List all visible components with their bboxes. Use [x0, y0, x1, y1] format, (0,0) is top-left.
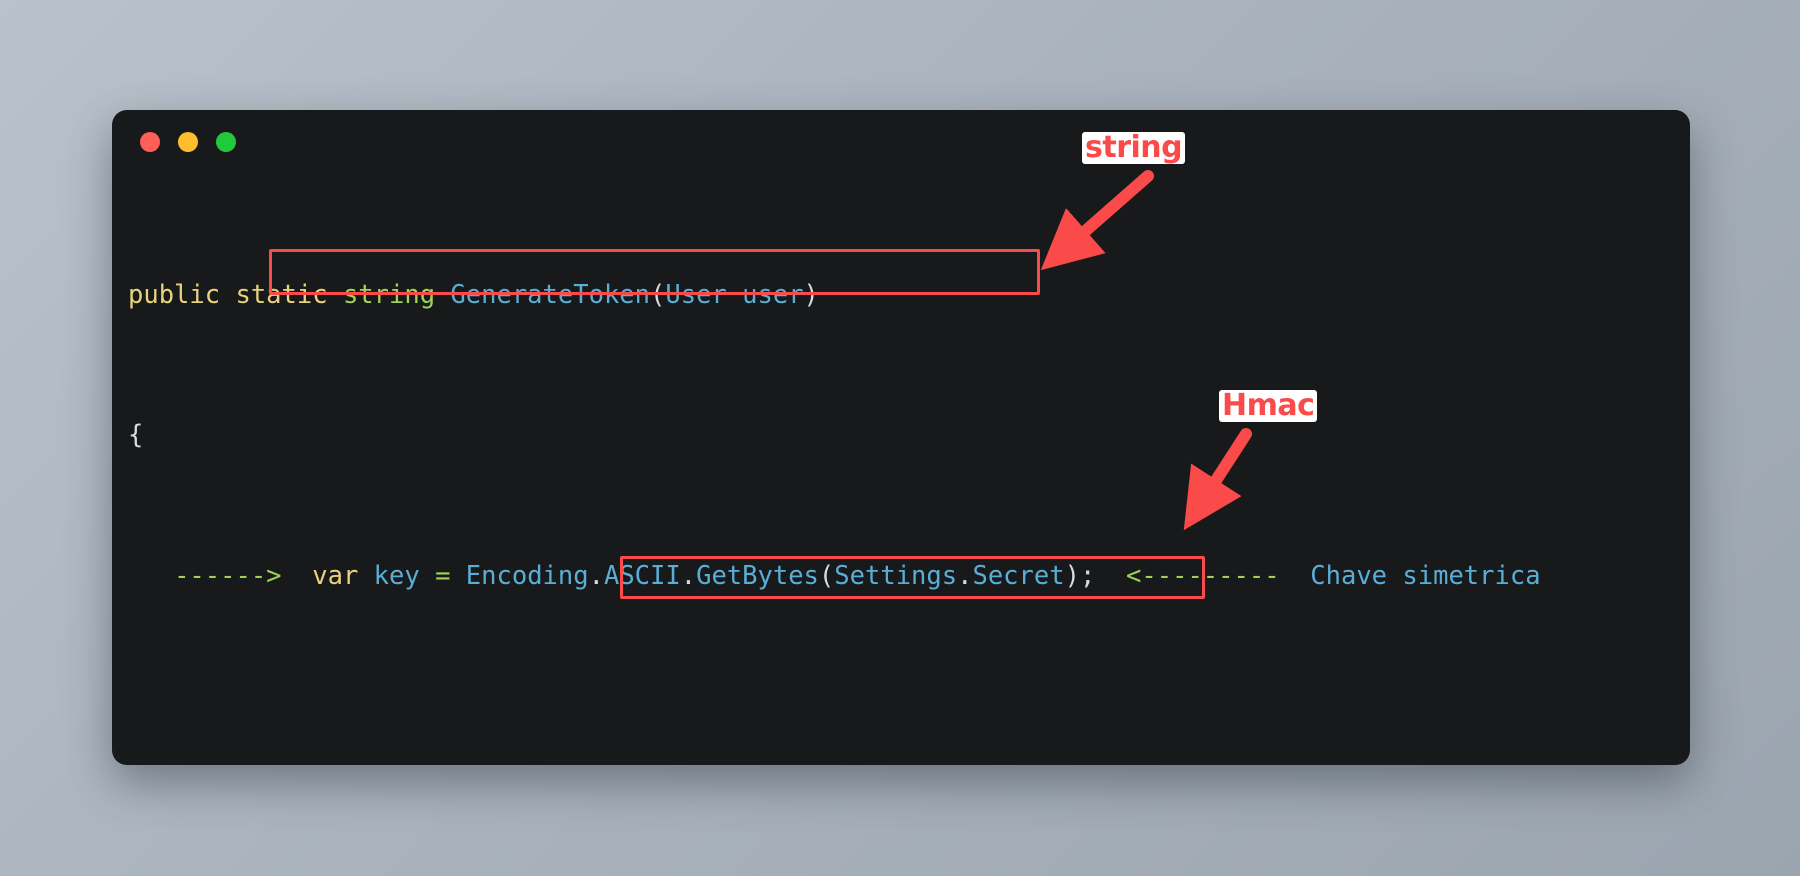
maximize-window-button[interactable] — [216, 132, 236, 152]
method-getbytes: GetBytes — [696, 561, 819, 592]
method-generate-token: GenerateToken — [450, 279, 651, 310]
class-encoding: Encoding — [450, 561, 589, 592]
type-string: string — [342, 279, 436, 310]
variable-key: key — [358, 561, 436, 592]
operator-assign: = — [435, 561, 451, 592]
keyword-var: var — [312, 561, 359, 592]
paren-open: ( — [650, 279, 666, 310]
dot: . — [957, 561, 973, 592]
annotation-label-string: string — [1082, 132, 1186, 164]
window-traffic-lights — [140, 132, 236, 152]
member-ascii: ASCII — [603, 561, 681, 592]
param-user: User user — [665, 279, 804, 310]
dashed-arrow-left: <--------- — [1126, 561, 1280, 592]
dot: . — [588, 561, 604, 592]
screenshot-stage: public static string GenerateToken(User … — [0, 0, 1800, 876]
code-line-3: ------> var key = Encoding.ASCII.GetByte… — [128, 559, 1690, 594]
minimize-window-button[interactable] — [178, 132, 198, 152]
code-line-2: { — [128, 418, 1690, 453]
class-settings: Settings — [834, 561, 958, 592]
paren-open: ( — [818, 561, 835, 592]
window-titlebar[interactable] — [112, 110, 1690, 172]
comment-chave-simetrica: Chave simetrica — [1279, 561, 1541, 592]
paren-close: ) — [803, 279, 819, 310]
brace-open: { — [128, 420, 144, 451]
close-window-button[interactable] — [140, 132, 160, 152]
annotation-label-hmac: Hmac — [1219, 390, 1318, 422]
dashed-arrow-right: ------> — [174, 561, 282, 592]
member-secret: Secret — [972, 561, 1065, 592]
code-block[interactable]: public static string GenerateToken(User … — [112, 172, 1690, 765]
code-line-4-blank — [128, 700, 1690, 735]
paren-close-semicolon: ); — [1064, 561, 1096, 592]
keyword-public-static: public static — [128, 279, 343, 310]
code-window: public static string GenerateToken(User … — [112, 110, 1690, 765]
code-line-1: public static string GenerateToken(User … — [128, 278, 1690, 313]
dot: . — [680, 561, 697, 592]
